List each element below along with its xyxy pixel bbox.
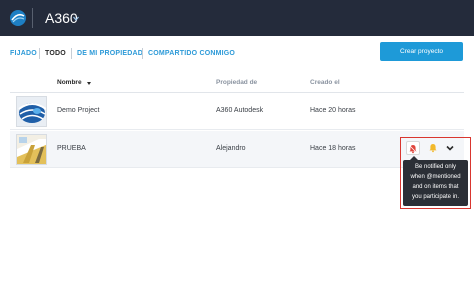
bell-mentions-icon <box>409 145 417 154</box>
project-created: Hace 18 horas <box>310 145 356 152</box>
tab-de-mi-propiedad[interactable]: DE MI PROPIEDAD <box>77 49 143 59</box>
table-row[interactable]: Demo Project A360 Autodesk Hace 20 horas <box>10 93 464 130</box>
project-created: Hace 20 horas <box>310 107 356 114</box>
project-name[interactable]: Demo Project <box>57 106 99 116</box>
tooltip-line: Be notified only <box>414 164 457 170</box>
bell-all-button[interactable] <box>426 141 440 155</box>
chevron-down-icon[interactable] <box>444 142 456 154</box>
tab-separator <box>142 48 143 59</box>
table-row[interactable]: PRUEBA Alejandro Hace 18 horas <box>10 131 464 168</box>
tab-fijado[interactable]: FIJADO <box>10 49 37 59</box>
tab-separator <box>39 48 40 59</box>
top-bar: A360 <box>0 0 474 36</box>
sort-down-icon[interactable] <box>87 82 91 85</box>
column-header-created[interactable]: Creado el <box>310 78 340 88</box>
column-header-owner[interactable]: Propiedad de <box>216 78 257 88</box>
bell-all-icon <box>429 144 437 153</box>
chevron-down-icon[interactable] <box>73 16 79 21</box>
project-thumbnail-blue[interactable] <box>16 96 47 127</box>
project-thumbnail-yellow[interactable] <box>16 134 47 165</box>
tab-todo[interactable]: TODO <box>45 49 66 59</box>
create-project-button[interactable]: Crear proyecto <box>380 42 463 61</box>
bell-mentions-button[interactable] <box>406 141 420 155</box>
project-owner: A360 Autodesk <box>216 107 264 114</box>
project-name[interactable]: PRUEBA <box>57 144 86 154</box>
project-owner: Alejandro <box>216 145 246 152</box>
tab-compartido-conmigo[interactable]: COMPARTIDO CONMIGO <box>148 49 235 59</box>
notification-tooltip: Be notified only when @mentioned and on … <box>403 160 468 206</box>
a360-logo-icon[interactable] <box>9 9 27 27</box>
tooltip-line: and on items that <box>412 184 459 190</box>
tooltip-line: when @mentioned <box>410 174 461 180</box>
header-divider <box>32 8 33 28</box>
column-header-name[interactable]: Nombre <box>57 78 82 88</box>
tooltip-line: you participate in. <box>411 194 460 200</box>
tab-separator <box>71 48 72 59</box>
